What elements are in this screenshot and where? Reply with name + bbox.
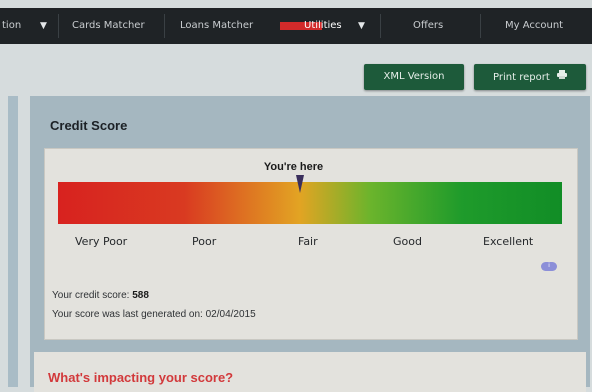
- nav-item-label: Utilities: [304, 20, 342, 31]
- nav-item-my-account[interactable]: My Account: [505, 8, 563, 44]
- gauge-label-excellent: Excellent: [483, 235, 534, 248]
- nav-item-partial[interactable]: tion: [2, 8, 21, 44]
- nav-item-label: My Account: [505, 20, 564, 31]
- chevron-down-icon[interactable]: ▼: [358, 8, 365, 44]
- print-report-label: Print report: [493, 72, 550, 83]
- printer-icon: [556, 64, 567, 90]
- nav-item-offers[interactable]: Offers: [413, 8, 443, 44]
- generated-prefix: Your score was last generated on:: [52, 309, 206, 320]
- xml-version-label: XML Version: [383, 71, 445, 82]
- score-prefix: Your credit score:: [52, 290, 133, 301]
- page: { "nav": { "items": [ {"label": "tion", …: [0, 0, 592, 392]
- left-panel-edge: [8, 96, 18, 387]
- marker-label: You're here: [263, 161, 324, 173]
- nav-item-label: Cards Matcher: [72, 20, 145, 31]
- nav-divider: [58, 14, 59, 38]
- nav-item-loans-matcher[interactable]: Loans Matcher: [180, 8, 253, 44]
- impact-card: What's impacting your score?: [34, 352, 586, 392]
- nav-item-utilities[interactable]: Utilities: [304, 8, 342, 44]
- panel-title: Credit Score: [50, 118, 128, 133]
- nav-divider: [164, 14, 165, 38]
- score-card: You're here Very Poor Poor Fair Good Exc…: [44, 148, 578, 340]
- top-nav: tion ▼ Cards Matcher Loans Matcher Utili…: [0, 8, 592, 44]
- nav-divider: [380, 14, 381, 38]
- gauge-label-fair: Fair: [298, 235, 318, 248]
- gauge-label-good: Good: [393, 235, 422, 248]
- nav-item-label: tion: [2, 20, 22, 31]
- score-gauge-bar: [58, 182, 562, 224]
- chevron-down-icon[interactable]: ▼: [40, 8, 47, 44]
- score-generated-line: Your score was last generated on: 02/04/…: [52, 309, 256, 320]
- impact-title: What's impacting your score?: [48, 370, 234, 385]
- gauge-label-very-poor: Very Poor: [75, 235, 128, 248]
- generated-date: 02/04/2015: [205, 309, 256, 320]
- nav-item-label: Offers: [413, 20, 444, 31]
- gauge-label-poor: Poor: [192, 235, 217, 248]
- nav-divider: [480, 14, 481, 38]
- print-report-button[interactable]: Print report: [474, 64, 586, 90]
- credit-score-panel: Credit Score You're here Very Poor Poor …: [30, 96, 590, 392]
- nav-item-label: Loans Matcher: [180, 20, 254, 31]
- xml-version-button[interactable]: XML Version: [364, 64, 464, 90]
- info-icon[interactable]: i: [541, 262, 557, 271]
- nav-item-cards-matcher[interactable]: Cards Matcher: [72, 8, 145, 44]
- credit-score-line: Your credit score: 588: [52, 290, 149, 301]
- score-value: 588: [132, 290, 149, 301]
- score-marker-icon: [295, 175, 304, 193]
